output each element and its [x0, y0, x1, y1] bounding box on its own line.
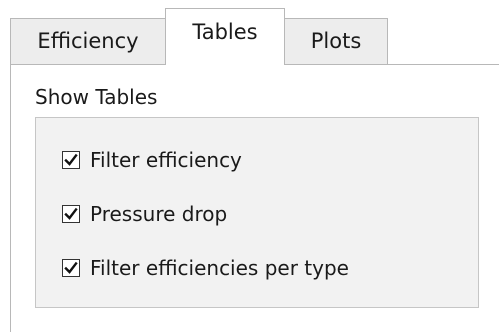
- tab-tables[interactable]: Tables: [165, 8, 285, 65]
- pressure-drop-checkbox[interactable]: [62, 205, 80, 223]
- tab-efficiency-label: Efficiency: [37, 29, 139, 53]
- filter-efficiency-label: Filter efficiency: [90, 148, 242, 172]
- filter-efficiencies-per-type-checkbox[interactable]: [62, 259, 80, 277]
- tab-bar: Efficiency Tables Plots: [0, 0, 499, 65]
- filter-efficiencies-per-type-option[interactable]: Filter efficiencies per type: [62, 256, 349, 280]
- tab-plots-label: Plots: [310, 29, 362, 53]
- show-tables-label: Show Tables: [35, 85, 158, 109]
- filter-efficiency-option[interactable]: Filter efficiency: [62, 148, 242, 172]
- show-tables-group: Filter efficiency Pressure drop Filter e…: [35, 117, 479, 308]
- checkmark-icon: [64, 207, 78, 220]
- tab-efficiency[interactable]: Efficiency: [10, 18, 166, 64]
- filter-efficiency-checkbox[interactable]: [62, 151, 80, 169]
- checkmark-icon: [64, 261, 78, 274]
- filter-efficiencies-per-type-label: Filter efficiencies per type: [90, 256, 349, 280]
- tables-tab-panel: Show Tables Filter efficiency Pressure d…: [10, 64, 499, 332]
- tab-plots[interactable]: Plots: [284, 18, 388, 64]
- tables-dialog: Efficiency Tables Plots Show Tables Filt…: [0, 0, 499, 332]
- checkmark-icon: [64, 153, 78, 166]
- tab-tables-label: Tables: [192, 19, 258, 44]
- pressure-drop-option[interactable]: Pressure drop: [62, 202, 227, 226]
- pressure-drop-label: Pressure drop: [90, 202, 228, 226]
